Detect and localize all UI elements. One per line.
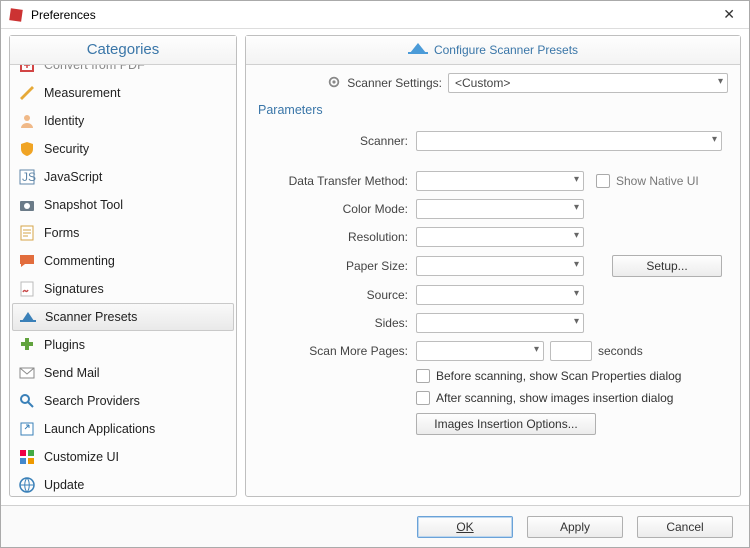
gear-icon: [327, 75, 341, 92]
sidebar-item-security[interactable]: Security: [10, 135, 236, 163]
launch-icon: [18, 420, 36, 438]
apply-button[interactable]: Apply: [527, 516, 623, 538]
label-resolution: Resolution:: [256, 230, 416, 244]
scan-more-combo[interactable]: [416, 341, 544, 361]
categories-header: Categories: [10, 36, 236, 65]
sidebar-item-search-providers[interactable]: Search Providers: [10, 387, 236, 415]
sidebar-item-label: Convert from PDF: [44, 65, 145, 72]
camera-icon: [18, 196, 36, 214]
categories-list[interactable]: Convert from PDF Measurement Identity Secur…: [10, 65, 236, 496]
sidebar-item-label: Search Providers: [44, 394, 140, 408]
sidebar-item-plugins[interactable]: Plugins: [10, 331, 236, 359]
setup-button[interactable]: Setup...: [612, 255, 722, 277]
sidebar-item-label: Signatures: [44, 282, 104, 296]
panel-header: Configure Scanner Presets: [246, 36, 740, 65]
resolution-combo[interactable]: [416, 227, 584, 247]
sidebar-item-label: Launch Applications: [44, 422, 155, 436]
sidebar-item-identity[interactable]: Identity: [10, 107, 236, 135]
sidebar-item-send-mail[interactable]: Send Mail: [10, 359, 236, 387]
app-icon: [7, 6, 25, 24]
sidebar-item-label: Snapshot Tool: [44, 198, 123, 212]
footer-buttons: OK Apply Cancel: [1, 505, 749, 547]
label-scanner: Scanner:: [256, 134, 416, 148]
sidebar-item-customize-ui[interactable]: Customize UI: [10, 443, 236, 471]
preferences-window: Preferences ✕ Categories Convert from PD…: [0, 0, 750, 548]
ok-button[interactable]: OK: [417, 516, 513, 538]
sidebar-item-label: Forms: [44, 226, 79, 240]
before-scan-checkbox[interactable]: [416, 369, 430, 383]
sidebar-item-label: Plugins: [44, 338, 85, 352]
images-insertion-options-button[interactable]: Images Insertion Options...: [416, 413, 596, 435]
sidebar-item-launch-applications[interactable]: Launch Applications: [10, 415, 236, 443]
data-transfer-combo[interactable]: [416, 171, 584, 191]
shield-icon: [18, 140, 36, 158]
main-panel: Configure Scanner Presets Scanner Settin…: [245, 35, 741, 497]
sidebar-item-label: Send Mail: [44, 366, 100, 380]
sidebar-item-label: Measurement: [44, 86, 120, 100]
globe-icon: [18, 476, 36, 494]
label-sides: Sides:: [256, 316, 416, 330]
svg-text:JS: JS: [22, 170, 36, 184]
label-before-scan: Before scanning, show Scan Properties di…: [436, 369, 681, 383]
scanner-combo[interactable]: [416, 131, 722, 151]
ruler-icon: [18, 84, 36, 102]
panel-title: Configure Scanner Presets: [434, 43, 578, 57]
sidebar-item-update[interactable]: Update: [10, 471, 236, 496]
close-button[interactable]: ✕: [715, 4, 743, 25]
sidebar-item-label: Security: [44, 142, 89, 156]
label-source: Source:: [256, 288, 416, 302]
mail-icon: [18, 364, 36, 382]
label-seconds: seconds: [598, 344, 643, 358]
identity-icon: [18, 112, 36, 130]
sidebar-item-label: Scanner Presets: [45, 310, 137, 324]
scanner-settings-combo[interactable]: <Custom>: [448, 73, 728, 93]
sidebar-item-convert-from-pdf[interactable]: Convert from PDF: [10, 65, 236, 79]
label-scan-more: Scan More Pages:: [256, 344, 416, 358]
show-native-ui-checkbox[interactable]: [596, 174, 610, 188]
comment-icon: [18, 252, 36, 270]
after-scan-checkbox[interactable]: [416, 391, 430, 405]
sidebar-item-label: Identity: [44, 114, 84, 128]
js-icon: JS: [18, 168, 36, 186]
sidebar-item-snapshot-tool[interactable]: Snapshot Tool: [10, 191, 236, 219]
titlebar: Preferences ✕: [1, 1, 749, 29]
sidebar-item-label: Customize UI: [44, 450, 119, 464]
scanner-settings-label: Scanner Settings:: [347, 76, 442, 90]
paper-size-combo[interactable]: [416, 256, 584, 276]
window-title: Preferences: [31, 8, 96, 22]
sidebar-item-label: JavaScript: [44, 170, 102, 184]
sidebar-item-measurement[interactable]: Measurement: [10, 79, 236, 107]
categories-sidebar: Categories Convert from PDF Measurement Id…: [9, 35, 237, 497]
scan-more-seconds-spinner[interactable]: [550, 341, 592, 361]
label-paper-size: Paper Size:: [256, 259, 416, 273]
source-combo[interactable]: [416, 285, 584, 305]
label-data-transfer: Data Transfer Method:: [256, 174, 416, 188]
scanner-header-icon: [408, 41, 428, 58]
ui-icon: [18, 448, 36, 466]
label-color-mode: Color Mode:: [256, 202, 416, 216]
forms-icon: [18, 224, 36, 242]
convert-icon: [18, 65, 36, 74]
search-icon: [18, 392, 36, 410]
sidebar-item-commenting[interactable]: Commenting: [10, 247, 236, 275]
sidebar-item-label: Update: [44, 478, 84, 492]
cancel-button[interactable]: Cancel: [637, 516, 733, 538]
sides-combo[interactable]: [416, 313, 584, 333]
plugin-icon: [18, 336, 36, 354]
parameters-group-label: Parameters: [246, 101, 740, 123]
sidebar-item-scanner-presets[interactable]: Scanner Presets: [12, 303, 234, 331]
sidebar-item-signatures[interactable]: Signatures: [10, 275, 236, 303]
scanner-icon: [19, 308, 37, 326]
scanner-settings-value: <Custom>: [455, 76, 510, 90]
label-show-native-ui: Show Native UI: [616, 174, 699, 188]
sidebar-item-forms[interactable]: Forms: [10, 219, 236, 247]
color-mode-combo[interactable]: [416, 199, 584, 219]
sidebar-item-label: Commenting: [44, 254, 115, 268]
label-after-scan: After scanning, show images insertion di…: [436, 391, 673, 405]
sidebar-item-javascript[interactable]: JS JavaScript: [10, 163, 236, 191]
signature-icon: [18, 280, 36, 298]
